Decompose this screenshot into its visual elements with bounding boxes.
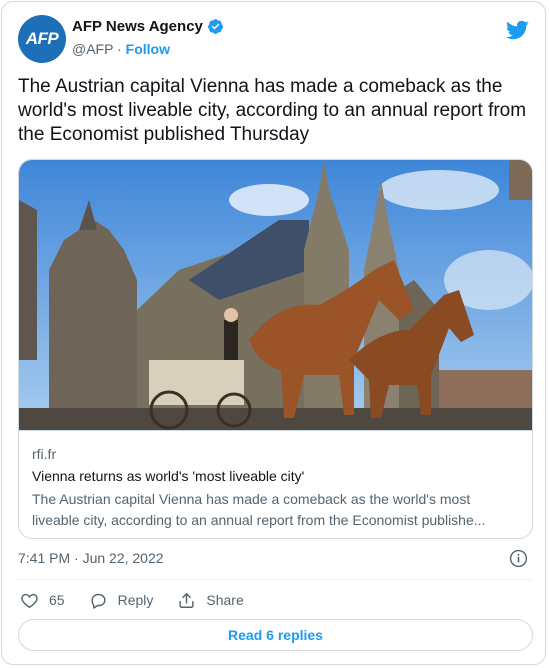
- vienna-photo: [19, 160, 532, 430]
- divider: [18, 579, 533, 580]
- link-domain: rfi.fr: [32, 446, 57, 462]
- handle-row: @AFP · Follow: [72, 41, 170, 57]
- reply-label: Reply: [117, 592, 154, 608]
- link-description: The Austrian capital Vienna has made a c…: [32, 491, 486, 528]
- action-bar: 65 Reply Share: [20, 587, 268, 613]
- read-replies-button[interactable]: Read 6 replies: [18, 619, 533, 651]
- tweet-text: The Austrian capital Vienna has made a c…: [18, 76, 527, 145]
- tweet-card: AFP AFP News Agency @AFP · Follow The Au…: [1, 1, 546, 665]
- reply-button[interactable]: Reply: [89, 591, 154, 610]
- link-title: Vienna returns as world's 'most liveable…: [32, 468, 305, 484]
- author-name-row: AFP News Agency: [72, 18, 224, 35]
- read-replies-label: Read 6 replies: [228, 627, 323, 643]
- avatar-text: AFP: [25, 29, 59, 48]
- verified-badge-icon: [207, 19, 223, 34]
- share-label: Share: [206, 592, 244, 608]
- author-handle[interactable]: @AFP: [72, 41, 113, 57]
- separator: ·: [117, 41, 122, 57]
- heart-icon: [21, 593, 38, 608]
- share-icon: [179, 592, 194, 608]
- link-meta: rfi.fr Vienna returns as world's 'most l…: [19, 430, 532, 538]
- link-preview-card[interactable]: rfi.fr Vienna returns as world's 'most l…: [18, 159, 533, 539]
- like-button[interactable]: 65: [20, 591, 65, 610]
- like-count: 65: [49, 592, 65, 608]
- avatar[interactable]: AFP: [18, 15, 66, 63]
- follow-button[interactable]: Follow: [126, 41, 170, 57]
- tweet-timestamp[interactable]: 7:41 PM · Jun 22, 2022: [18, 550, 164, 566]
- share-button[interactable]: Share: [177, 591, 244, 610]
- twitter-bird-icon[interactable]: [505, 18, 529, 42]
- info-icon[interactable]: [509, 549, 528, 568]
- author-name[interactable]: AFP News Agency: [72, 18, 203, 35]
- reply-bubble-icon: [91, 593, 106, 609]
